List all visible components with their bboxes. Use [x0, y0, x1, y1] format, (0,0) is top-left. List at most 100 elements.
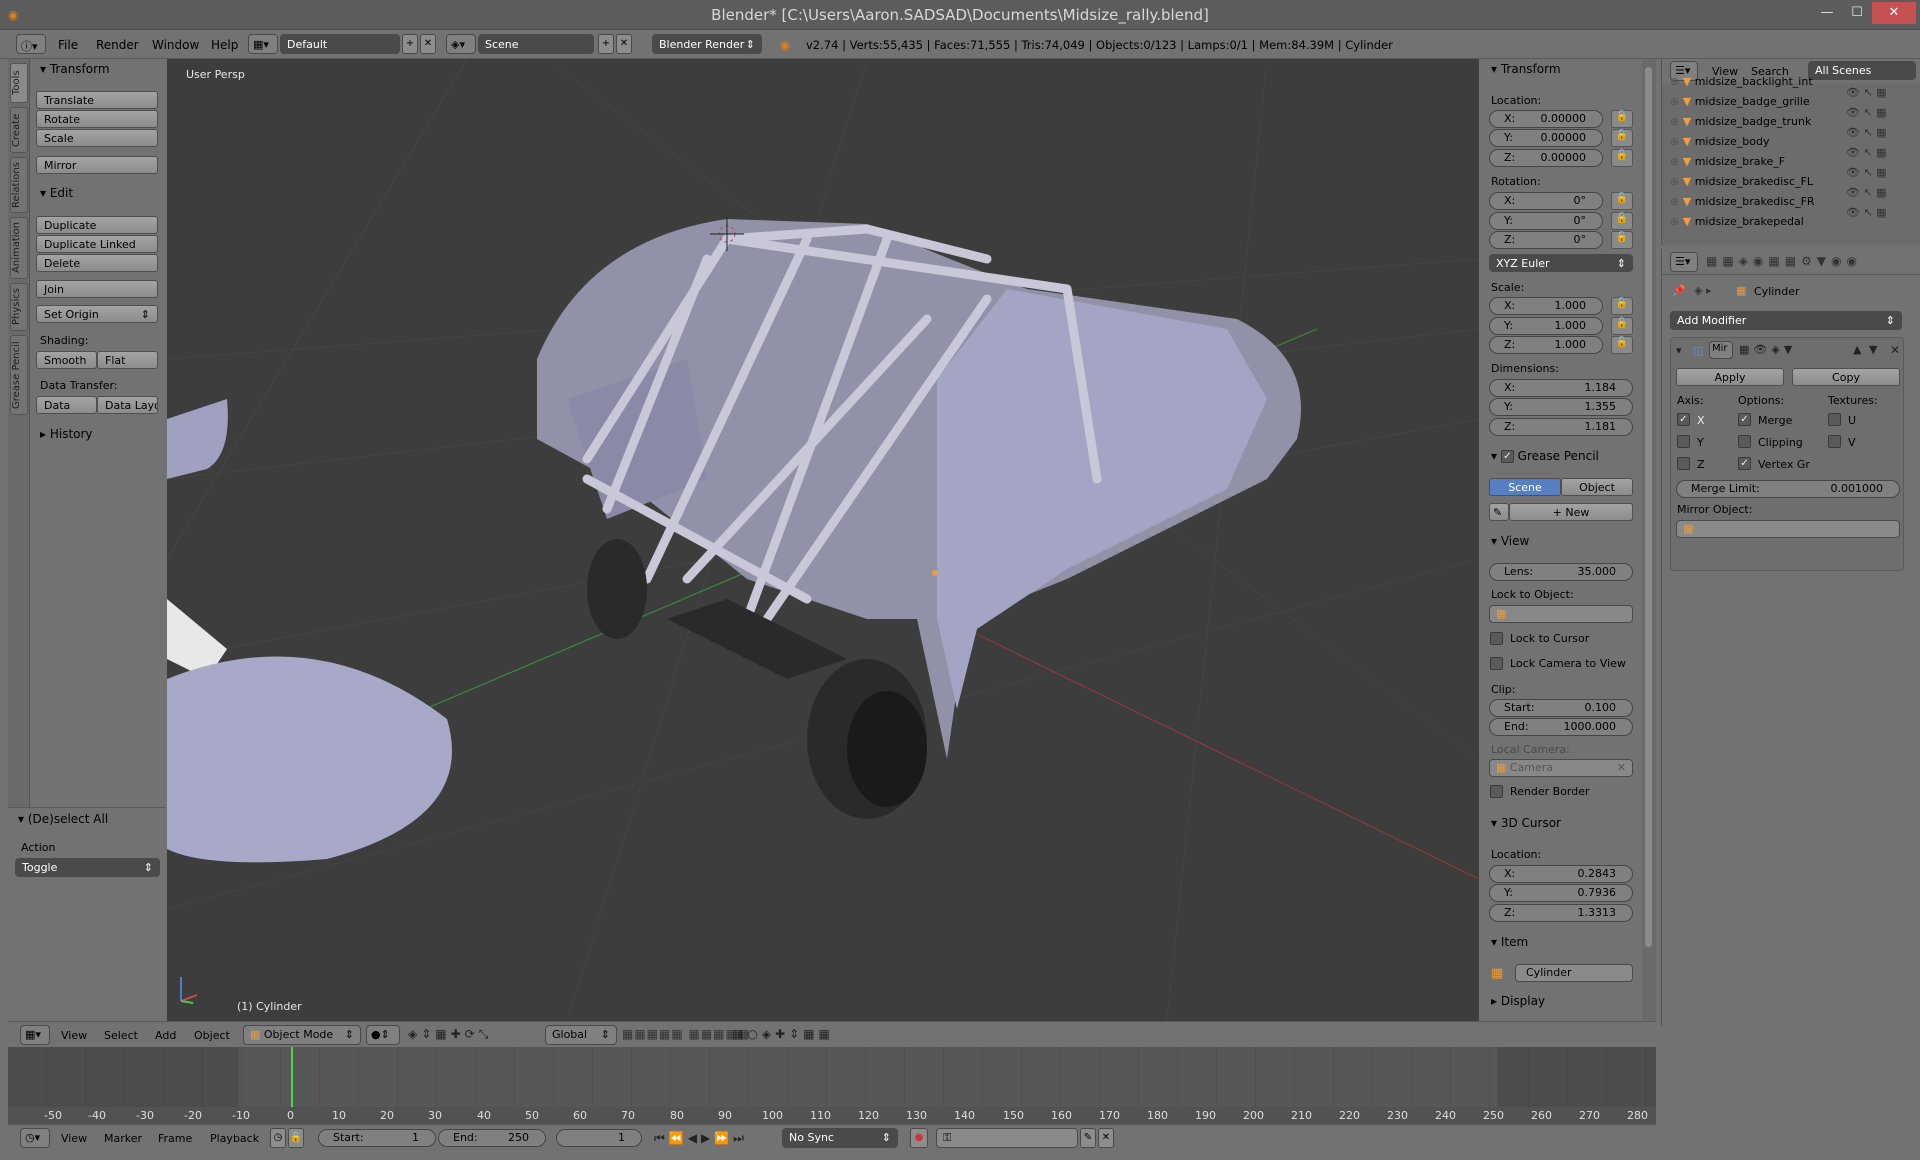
menu-help[interactable]: Help: [211, 38, 238, 52]
view-panel-header[interactable]: ▾ View: [1491, 534, 1529, 548]
location-x-field[interactable]: X: 0.00000: [1489, 110, 1603, 128]
modifier-name-field[interactable]: Mir: [1709, 341, 1733, 359]
pencil-icon[interactable]: ✎: [1489, 503, 1509, 521]
timeline-frame-menu[interactable]: Frame: [158, 1132, 192, 1145]
preview-range-icon[interactable]: ◷: [270, 1128, 286, 1148]
playhead[interactable]: [291, 1047, 293, 1107]
insert-keyframe-icon[interactable]: ✎: [1080, 1128, 1096, 1148]
location-z-field[interactable]: Z: 0.00000: [1489, 149, 1603, 167]
duplicate-button[interactable]: Duplicate: [36, 216, 158, 234]
data-layout-button[interactable]: Data Layo: [97, 396, 158, 414]
npanel-transform-header[interactable]: ▾ Transform: [1491, 62, 1561, 76]
timeline-view-menu[interactable]: View: [61, 1132, 87, 1145]
lock-object-field[interactable]: ▦: [1489, 605, 1633, 623]
shading-mode-icon[interactable]: ●⇕: [366, 1025, 400, 1045]
scale-button[interactable]: Scale: [36, 129, 158, 147]
tab-tools[interactable]: Tools: [10, 63, 28, 103]
clear-camera-icon[interactable]: ✕: [1617, 761, 1626, 774]
lock-range-icon[interactable]: 🔒: [288, 1128, 304, 1148]
flat-button[interactable]: Flat: [97, 351, 158, 369]
layer-buttons-icon[interactable]: ▦▦▦▦▦ ▦▦▦▦▦: [622, 1027, 750, 1041]
cursor-x-field[interactable]: X: 0.2843: [1489, 865, 1633, 883]
texture-v-checkbox[interactable]: [1828, 435, 1841, 448]
local-camera-field[interactable]: ▦ Camera ✕: [1489, 759, 1633, 777]
lock-icon[interactable]: 🔓: [1611, 317, 1633, 335]
add-layout-icon[interactable]: +: [402, 34, 418, 54]
screen-layout-icon[interactable]: ▦▾: [248, 34, 278, 54]
item-name-field[interactable]: Cylinder: [1515, 964, 1633, 982]
current-frame-field[interactable]: 1: [556, 1129, 642, 1147]
copy-button[interactable]: Copy: [1792, 368, 1900, 386]
3d-cursor-header[interactable]: ▾ 3D Cursor: [1491, 816, 1561, 830]
location-y-field[interactable]: Y: 0.00000: [1489, 129, 1603, 147]
context-tabs-icon[interactable]: ▦▦◈◉▦▦⚙▼◉◉: [1706, 254, 1862, 268]
rotation-z-field[interactable]: Z: 0°: [1489, 231, 1603, 249]
delete-keyframe-icon[interactable]: ✕: [1098, 1128, 1114, 1148]
render-engine-dropdown[interactable]: Blender Render ⇕: [652, 34, 762, 54]
pin-icon[interactable]: 📌: [1672, 284, 1686, 297]
scene-icon[interactable]: ◈▾: [446, 34, 476, 54]
lock-icon[interactable]: 🔓: [1611, 212, 1633, 230]
lock-icon[interactable]: 🔓: [1611, 129, 1633, 147]
3d-viewport[interactable]: User Persp (1) Cylinder: [167, 59, 1479, 1021]
lock-icon[interactable]: 🔓: [1611, 231, 1633, 249]
move-up-icon[interactable]: ▲: [1853, 343, 1861, 356]
cursor-y-field[interactable]: Y: 0.7936: [1489, 884, 1633, 902]
menu-window[interactable]: Window: [152, 38, 199, 52]
close-button[interactable]: ✕: [1872, 2, 1916, 24]
lock-icon[interactable]: 🔓: [1611, 336, 1633, 354]
pivot-manipulator-icons[interactable]: ◈⇕▦✚⟳⤡: [408, 1027, 492, 1042]
gp-new-button[interactable]: + New: [1509, 503, 1633, 521]
minimize-button[interactable]: —: [1812, 2, 1842, 24]
clip-start-field[interactable]: Start: 0.100: [1489, 699, 1633, 717]
rotation-y-field[interactable]: Y: 0°: [1489, 212, 1603, 230]
clipping-checkbox[interactable]: [1738, 435, 1751, 448]
viewport-add-menu[interactable]: Add: [155, 1029, 176, 1042]
remove-scene-icon[interactable]: ✕: [616, 34, 632, 54]
duplicate-linked-button[interactable]: Duplicate Linked: [36, 235, 158, 253]
scene-field[interactable]: Scene: [478, 34, 594, 54]
cursor-z-field[interactable]: Z: 1.3313: [1489, 904, 1633, 922]
playback-controls-icons[interactable]: ⏮⏪◀▶⏩⏭: [654, 1131, 748, 1146]
transform-orientation-dropdown[interactable]: Global ⇕: [545, 1025, 617, 1045]
join-button[interactable]: Join: [36, 280, 158, 298]
dimension-y-field[interactable]: Y: 1.355: [1489, 398, 1633, 416]
lock-to-cursor-checkbox[interactable]: [1490, 632, 1503, 645]
lock-icon[interactable]: 🔓: [1611, 149, 1633, 167]
gp-object-button[interactable]: Object: [1561, 478, 1633, 496]
move-down-icon[interactable]: ▼: [1869, 343, 1877, 356]
start-frame-field[interactable]: Start: 1: [318, 1129, 436, 1147]
clip-end-field[interactable]: End: 1000.000: [1489, 718, 1633, 736]
lock-icon[interactable]: 🔓: [1611, 192, 1633, 210]
maximize-button[interactable]: ☐: [1842, 2, 1872, 24]
set-origin-dropdown[interactable]: Set Origin ⇕: [36, 305, 158, 323]
scale-x-field[interactable]: X: 1.000: [1489, 297, 1603, 315]
transform-panel-header[interactable]: ▾ Transform: [40, 62, 110, 76]
menu-render[interactable]: Render: [96, 38, 139, 52]
grease-pencil-checkbox[interactable]: ✓: [1500, 450, 1514, 463]
keying-set-field[interactable]: ⚿: [936, 1128, 1078, 1148]
axis-x-checkbox[interactable]: ✓: [1677, 413, 1690, 426]
editor-type-info-icon[interactable]: ⓘ▾: [16, 34, 46, 54]
delete-button[interactable]: Delete: [36, 254, 158, 272]
timeline-playback-menu[interactable]: Playback: [210, 1132, 259, 1145]
lens-field[interactable]: Lens: 35.000: [1489, 563, 1633, 581]
gp-scene-button[interactable]: Scene: [1489, 478, 1561, 496]
tab-grease-pencil[interactable]: Grease Pencil: [10, 335, 28, 415]
grease-pencil-header[interactable]: ▾ ✓ Grease Pencil: [1491, 449, 1599, 463]
scale-z-field[interactable]: Z: 1.000: [1489, 336, 1603, 354]
translate-button[interactable]: Translate: [36, 91, 158, 109]
rotation-mode-dropdown[interactable]: XYZ Euler ⇕: [1489, 254, 1633, 272]
dimension-z-field[interactable]: Z: 1.181: [1489, 418, 1633, 436]
history-panel-header[interactable]: ▸ History: [40, 427, 93, 441]
axis-z-checkbox[interactable]: [1677, 457, 1690, 470]
remove-layout-icon[interactable]: ✕: [420, 34, 436, 54]
display-panel-header[interactable]: ▸ Display: [1491, 994, 1545, 1008]
viewport-object-menu[interactable]: Object: [194, 1029, 230, 1042]
viewport-editor-icon[interactable]: ▦▾: [20, 1025, 50, 1045]
collapse-icon[interactable]: ▾: [1676, 344, 1682, 357]
properties-editor-icon[interactable]: ☰▾: [1670, 252, 1698, 272]
apply-button[interactable]: Apply: [1676, 368, 1784, 386]
tab-relations[interactable]: Relations: [10, 157, 28, 213]
merge-limit-field[interactable]: Merge Limit: 0.001000: [1676, 480, 1900, 498]
